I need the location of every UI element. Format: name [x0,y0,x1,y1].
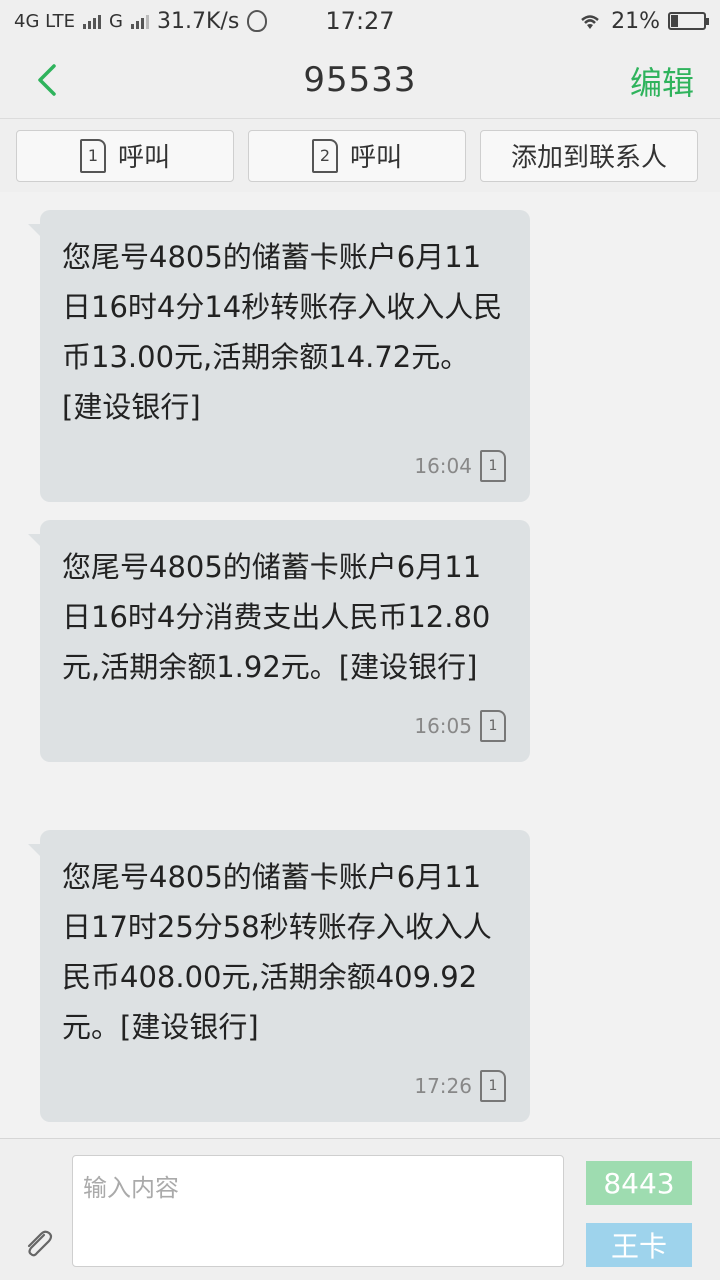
attach-button[interactable] [20,1225,56,1261]
message-bubble[interactable]: 您尾号4805的储蓄卡账户6月11日16时4分14秒转账存入收入人民币13.00… [28,210,530,502]
status-bar: 4G LTE G 31.7K/s 17:27 21% [0,0,720,42]
network-label-2: G [109,10,123,32]
action-row: 1 呼叫 2 呼叫 添加到联系人 [0,118,720,192]
call-sim2-button[interactable]: 2 呼叫 [248,129,466,182]
message-time: 16:05 [414,714,472,738]
message-input[interactable]: 输入内容 [72,1155,564,1267]
send-sim2-button[interactable]: 王卡 [586,1223,692,1267]
message-time: 17:26 [414,1074,472,1098]
battery-percent: 21% [611,8,660,34]
compose-bar: 输入内容 8443 王卡 [0,1138,720,1280]
conversation-header: 95533 编辑 [0,42,720,118]
call-label: 呼叫 [117,143,170,173]
message-text: 您尾号4805的储蓄卡账户6月11日16时4分14秒转账存入收入人民币13.00… [62,240,503,424]
message-time: 16:04 [414,454,472,478]
message-bubble[interactable]: 您尾号4805的储蓄卡账户6月11日17时25分58秒转账存入收入人民币408.… [28,830,530,1122]
add-to-contacts-button[interactable]: 添加到联系人 [480,129,698,182]
message-text: 您尾号4805的储蓄卡账户6月11日17时25分58秒转账存入收入人民币408.… [62,860,492,1044]
sim-card-icon: 1 [480,450,506,482]
signal-icon-2 [131,13,149,29]
call-sim1-button[interactable]: 1 呼叫 [16,129,234,182]
wifi-icon [581,15,599,29]
message-text: 您尾号4805的储蓄卡账户6月11日16时4分消费支出人民币12.80元,活期余… [62,550,491,684]
chevron-left-icon [38,64,56,96]
sim-card-icon: 1 [480,710,506,742]
send-sim1-button[interactable]: 8443 [586,1161,692,1205]
signal-icon [83,13,102,29]
call-label: 呼叫 [349,143,402,173]
network-label: 4G LTE [14,10,76,32]
qq-icon [247,10,268,32]
sim-card-icon: 1 [480,1070,506,1102]
page-title: 95533 [303,60,417,100]
sim-card-icon: 2 [311,138,338,173]
battery-icon [668,12,709,30]
sim-card-icon: 1 [79,138,106,173]
message-bubble[interactable]: 您尾号4805的储蓄卡账户6月11日16时4分消费支出人民币12.80元,活期余… [28,520,530,762]
message-list[interactable]: 您尾号4805的储蓄卡账户6月11日16时4分14秒转账存入收入人民币13.00… [0,192,720,1138]
edit-button[interactable]: 编辑 [630,58,694,104]
paperclip-icon [27,1230,53,1257]
back-button[interactable] [28,60,68,100]
network-speed: 31.7K/s [157,8,240,34]
